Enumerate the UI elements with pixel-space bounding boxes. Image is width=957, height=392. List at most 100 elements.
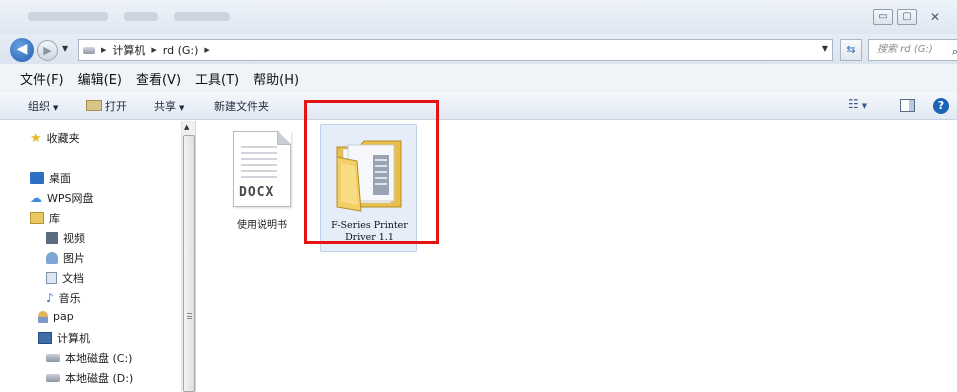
library-icon <box>30 212 44 224</box>
sidebar-item-wps-cloud[interactable]: ☁ WPS网盘 <box>30 190 94 206</box>
search-icon[interactable]: ⌕ <box>952 42 957 62</box>
organize-label: 组织 <box>28 100 50 113</box>
scrollbar-thumb[interactable] <box>183 135 195 392</box>
title-bar: ▭ ▢ ✕ <box>0 0 957 34</box>
file-name: 使用说明书 <box>237 220 287 231</box>
folder-item-printer-driver[interactable]: F-Series Printer Driver 1.1 <box>320 124 417 252</box>
printer-icon <box>86 100 102 111</box>
video-icon <box>46 232 58 244</box>
sidebar-item-pictures[interactable]: 图片 <box>46 250 85 266</box>
sidebar-item-desktop[interactable]: 桌面 <box>30 170 71 186</box>
sidebar-item-label: 桌面 <box>49 172 71 185</box>
new-folder-label: 新建文件夹 <box>214 100 269 113</box>
recent-pages-dropdown[interactable]: ▼ <box>62 44 68 53</box>
menu-file[interactable]: 文件(F) <box>20 69 64 88</box>
new-folder-button[interactable]: 新建文件夹 <box>214 98 269 114</box>
close-button[interactable]: ✕ <box>921 9 949 25</box>
grip-icon <box>187 313 192 319</box>
computer-icon <box>38 332 52 344</box>
open-label: 打开 <box>105 100 127 113</box>
sidebar-item-label: 本地磁盘 (C:) <box>65 352 133 365</box>
menu-edit[interactable]: 编辑(E) <box>78 69 122 88</box>
share-label: 共享 <box>154 100 176 113</box>
organize-button[interactable]: 组织 ▼ <box>28 98 58 114</box>
menu-tools[interactable]: 工具(T) <box>195 69 239 88</box>
file-item-docx[interactable]: DOCX 使用说明书 <box>229 131 295 231</box>
chevron-down-icon: ▼ <box>53 104 59 112</box>
desktop-icon <box>30 172 44 184</box>
refresh-icon: ⇆ <box>846 43 856 56</box>
sidebar-item-music[interactable]: ♪ 音乐 <box>46 290 81 306</box>
blurred-item <box>28 12 108 21</box>
folder-icon <box>336 140 402 212</box>
breadcrumb-computer[interactable]: 计算机 <box>112 42 145 58</box>
search-input[interactable]: 搜索 rd (G:) ⌕ <box>868 39 957 61</box>
menu-bar: 文件(F) 编辑(E) 查看(V) 工具(T) 帮助(H) <box>0 64 957 92</box>
open-button[interactable]: 打开 <box>86 98 127 114</box>
docx-file-icon: DOCX <box>233 131 291 207</box>
folder-name-line2: Driver 1.1 <box>345 232 394 243</box>
folder-name-line1: F-Series Printer <box>331 220 408 231</box>
sidebar-item-drive-c[interactable]: 本地磁盘 (C:) <box>46 350 132 366</box>
navigation-scrollbar[interactable]: ▲ <box>181 121 196 392</box>
file-list: DOCX 使用说明书 F-Series Printer Driver 1.1 <box>197 121 957 392</box>
sidebar-item-favorites[interactable]: ★ 收藏夹 <box>30 130 80 146</box>
view-options-button[interactable]: ☷ ▼ <box>848 97 867 111</box>
menu-help[interactable]: 帮助(H) <box>253 69 299 88</box>
maximize-button[interactable]: ▢ <box>897 9 917 25</box>
breadcrumb-separator[interactable]: ▶ <box>204 46 209 54</box>
sidebar-item-libraries[interactable]: 库 <box>30 210 60 226</box>
sidebar-item-label: 本地磁盘 (D:) <box>65 372 134 385</box>
address-row: ◀ ▶ ▼ ▶ 计算机 ▶ rd (G:) ▶ ▼ ⇆ 搜索 rd (G:) ⌕ <box>0 34 957 64</box>
blurred-titlebar-items <box>28 12 230 21</box>
address-bar[interactable]: ▶ 计算机 ▶ rd (G:) ▶ ▼ <box>78 39 833 61</box>
document-icon <box>46 272 57 284</box>
chevron-down-icon: ▼ <box>861 102 868 110</box>
menu-view[interactable]: 查看(V) <box>136 69 181 88</box>
sidebar-item-documents[interactable]: 文档 <box>46 270 84 286</box>
drive-icon <box>46 354 60 362</box>
back-button[interactable]: ◀ <box>10 38 34 62</box>
sidebar-item-label: 计算机 <box>57 332 90 345</box>
sidebar-item-label: 视频 <box>63 232 85 245</box>
address-dropdown[interactable]: ▼ <box>822 44 828 53</box>
page-fold <box>277 131 291 145</box>
sidebar-item-label: 图片 <box>63 252 85 265</box>
sidebar-item-label: WPS网盘 <box>47 192 94 205</box>
sidebar-item-label: 文档 <box>62 272 84 285</box>
breadcrumb-separator[interactable]: ▶ <box>101 46 106 54</box>
sidebar-item-videos[interactable]: 视频 <box>46 230 85 246</box>
help-icon[interactable]: ? <box>933 98 949 114</box>
sidebar-item-label: pap <box>53 310 74 323</box>
music-icon: ♪ <box>46 291 54 305</box>
sidebar-item-computer[interactable]: 计算机 <box>38 330 90 346</box>
blurred-item <box>124 12 158 21</box>
scroll-up-icon[interactable]: ▲ <box>184 123 189 131</box>
minimize-button[interactable]: ▭ <box>873 9 893 25</box>
window-controls: ▭ ▢ ✕ <box>873 9 949 25</box>
share-button[interactable]: 共享 ▼ <box>154 98 184 114</box>
preview-pane-icon[interactable] <box>900 99 915 112</box>
star-icon: ★ <box>30 130 42 146</box>
blurred-item <box>174 12 230 21</box>
command-toolbar: 组织 ▼ 打开 共享 ▼ 新建文件夹 ☷ ▼ ? <box>0 92 957 120</box>
breadcrumb-separator[interactable]: ▶ <box>151 46 156 54</box>
drive-icon <box>46 374 60 382</box>
text-lines <box>241 146 277 182</box>
forward-button[interactable]: ▶ <box>37 40 58 61</box>
cloud-icon: ☁ <box>30 191 42 205</box>
breadcrumb-drive[interactable]: rd (G:) <box>163 44 199 57</box>
sidebar-item-label: 收藏夹 <box>46 132 80 145</box>
picture-icon <box>46 252 58 264</box>
drive-small-icon <box>83 46 95 54</box>
sidebar-item-pap[interactable]: pap <box>38 310 74 323</box>
sidebar-item-label: 库 <box>49 212 60 225</box>
user-icon <box>38 310 48 323</box>
view-list-icon: ☷ <box>848 97 859 111</box>
sidebar-item-label: 音乐 <box>58 292 81 305</box>
chevron-down-icon: ▼ <box>179 104 185 112</box>
refresh-button[interactable]: ⇆ <box>840 39 862 61</box>
sidebar-item-drive-d[interactable]: 本地磁盘 (D:) <box>46 370 133 386</box>
navigation-pane: ★ 收藏夹 桌面 ☁ WPS网盘 库 视频 图片 文档 ♪ 音乐 pap 计算机 本地… <box>0 121 180 392</box>
docx-type-tag: DOCX <box>239 185 275 200</box>
